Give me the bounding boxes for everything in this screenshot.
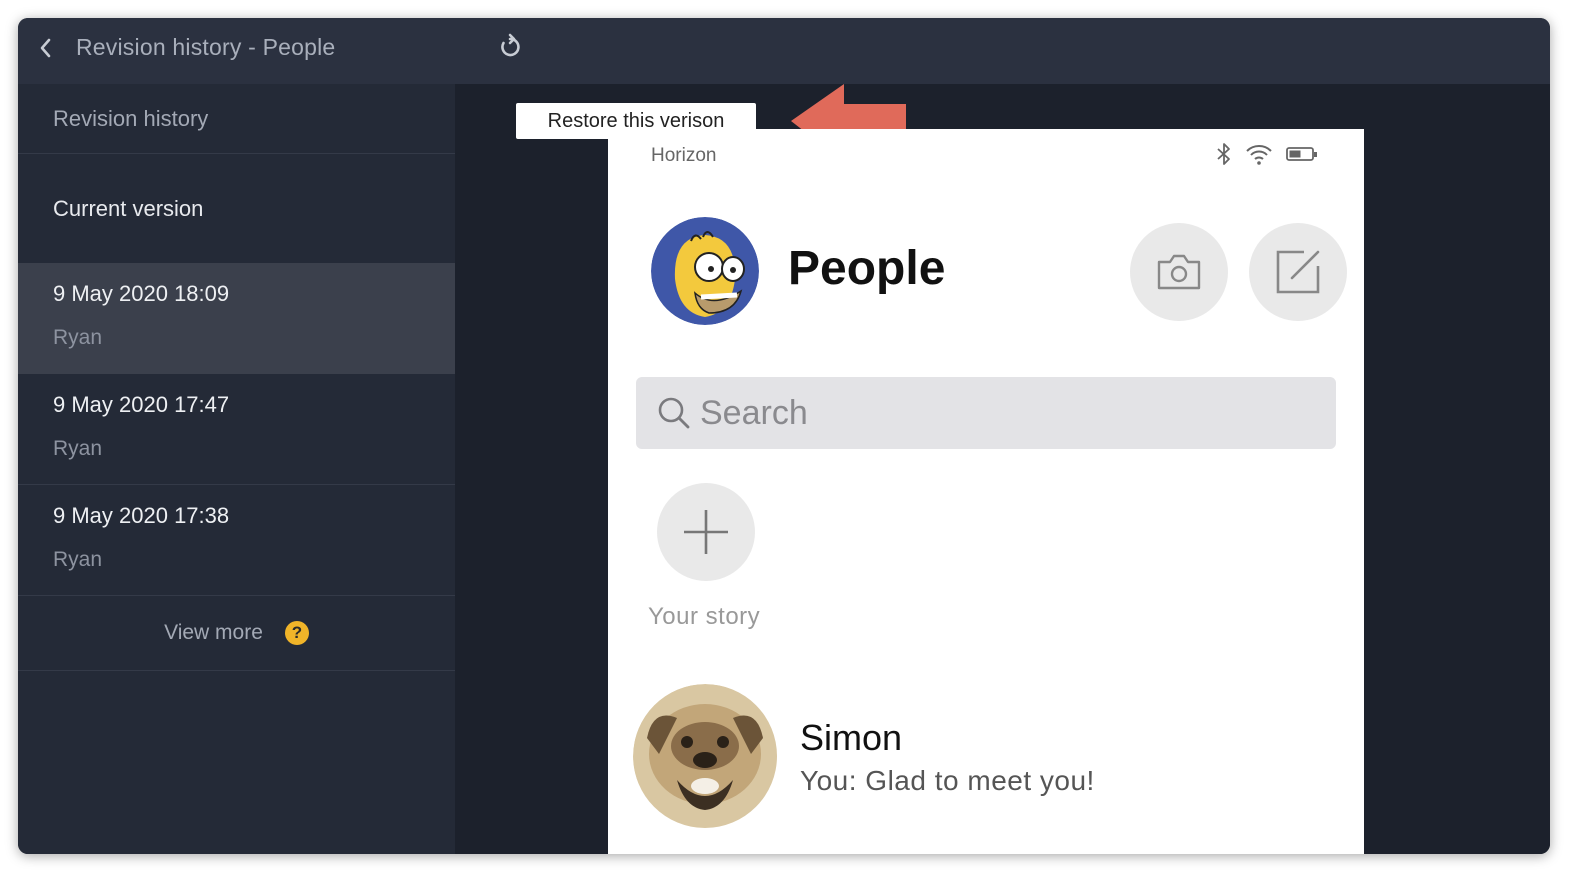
search-input[interactable] [698, 392, 1302, 434]
revision-date: 9 May 2020 18:09 [53, 281, 230, 306]
window-title: Revision history - People [76, 34, 336, 60]
revision-author: Ryan [53, 326, 103, 349]
plus-icon [684, 510, 728, 554]
chat-list-item[interactable]: Simon You: Glad to meet you! [608, 669, 1364, 829]
profile-avatar[interactable] [651, 217, 759, 325]
compose-button[interactable] [1249, 223, 1347, 321]
contact-avatar [633, 684, 778, 829]
current-version-item[interactable]: Current version [18, 154, 455, 263]
view-more-row: View more ? [18, 596, 455, 671]
phone-preview: Horizon People Search Your story Simon Y… [608, 129, 1364, 854]
revision-date: 9 May 2020 17:47 [53, 392, 230, 417]
status-icons [1216, 141, 1318, 167]
last-message: You: Glad to meet you! [800, 765, 1095, 796]
revision-author: Ryan [53, 548, 103, 571]
carrier-label: Horizon [651, 145, 717, 166]
help-icon[interactable]: ? [284, 621, 309, 645]
contact-name: Simon [800, 717, 903, 758]
search-bar[interactable] [636, 377, 1336, 449]
battery-icon [1286, 147, 1317, 161]
wifi-icon [1246, 145, 1272, 165]
preview-canvas: Restore this verison Horizon People Sear… [456, 84, 1550, 854]
revision-item[interactable]: 9 May 2020 17:38 Ryan [18, 485, 455, 596]
compose-icon [1276, 250, 1320, 294]
title-bar: Revision history - People [18, 18, 1550, 84]
back-chevron-icon[interactable] [34, 36, 58, 60]
add-story-button[interactable] [657, 483, 755, 581]
camera-button[interactable] [1130, 223, 1228, 321]
restore-icon[interactable] [495, 32, 525, 62]
revision-item[interactable]: 9 May 2020 17:47 Ryan [18, 374, 455, 485]
revision-author: Ryan [53, 437, 103, 460]
view-more-link[interactable]: View more [164, 621, 263, 645]
revision-date: 9 May 2020 17:38 [53, 503, 230, 528]
bluetooth-icon [1217, 143, 1230, 165]
revision-item[interactable]: 9 May 2020 18:09 Ryan [18, 263, 455, 374]
search-icon [658, 397, 690, 429]
page-title: People [788, 242, 946, 295]
camera-icon [1157, 254, 1201, 290]
sidebar-header: Revision history [18, 84, 455, 154]
app-window: Revision history - People Revision histo… [18, 18, 1550, 854]
revision-sidebar: Revision history Current version 9 May 2… [18, 84, 456, 854]
story-label: Your story [648, 603, 761, 630]
